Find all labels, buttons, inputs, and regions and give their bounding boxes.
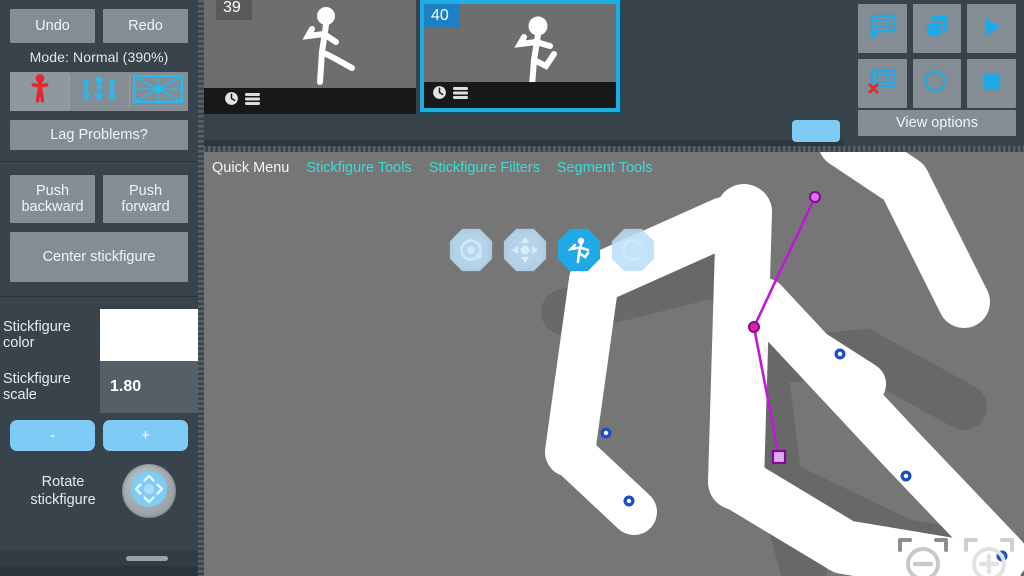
frame-preview	[204, 0, 216, 88]
timing-icon[interactable]	[432, 85, 447, 105]
canvas-menu-bar: Quick Menu Stickfigure Tools Stickfigure…	[204, 152, 1024, 184]
layers-icon[interactable]	[243, 91, 263, 112]
scale-increase-button[interactable]: +	[103, 420, 188, 451]
rotate-around-icon	[458, 237, 484, 263]
dpad-arrows-icon	[128, 468, 170, 515]
zoom-in-button[interactable]	[960, 530, 1018, 576]
lag-row: Lag Problems?	[0, 111, 198, 161]
onion-skin-icon	[923, 69, 951, 98]
rotate-stickfigure-row: Rotate stickfigure	[0, 464, 198, 518]
undo-button[interactable]: Undo	[10, 9, 95, 43]
frame-card[interactable]: 38	[204, 0, 216, 114]
undo-redo-row: Undo Redo	[0, 0, 198, 43]
sidebar-bottom-strip	[0, 566, 198, 576]
frame-footer	[424, 82, 616, 108]
stickfigure-multi-select-icon	[81, 75, 117, 108]
left-sidebar: Undo Redo Mode: Normal (390%) Lag Proble…	[0, 0, 198, 576]
play-button[interactable]	[967, 4, 1016, 53]
rotate-dpad-control[interactable]	[122, 464, 176, 518]
stickfigure-icon	[567, 236, 591, 264]
frame-card-selected[interactable]: 40	[420, 0, 620, 112]
frame-footer	[204, 88, 216, 114]
delete-frame-button[interactable]	[858, 59, 907, 108]
play-icon	[980, 15, 1004, 42]
stop-icon	[981, 71, 1003, 96]
stickfigure-tool-button[interactable]	[557, 228, 601, 272]
push-backward-button[interactable]: Push backward	[10, 175, 95, 223]
center-stickfigure-button[interactable]: Center stickfigure	[10, 232, 188, 282]
mode-multi-select-button[interactable]	[69, 72, 128, 111]
stickfigure-color-swatch[interactable]	[100, 309, 198, 361]
flip-rotate-tool-button[interactable]	[611, 228, 655, 272]
sidebar-scrollbar-thumb[interactable]	[126, 556, 168, 561]
mode-canvas-button[interactable]	[128, 72, 188, 111]
frames-strip[interactable]: 38	[204, 0, 844, 146]
stickfigure-scale-label: Stickfigure scale	[3, 371, 71, 403]
mode-stickfigure-normal-button[interactable]	[10, 72, 70, 111]
scale-button-row: - +	[0, 420, 198, 451]
redo-button[interactable]: Redo	[103, 9, 188, 43]
frame-number: 40	[424, 4, 460, 28]
push-row: Push backward Push forward	[0, 162, 198, 223]
insert-frame-icon	[867, 14, 897, 43]
rotate-stickfigure-label: Rotate stickfigure	[30, 473, 96, 508]
menu-stickfigure-tools[interactable]: Stickfigure Tools	[306, 160, 411, 176]
lag-problems-button[interactable]: Lag Problems?	[10, 120, 188, 150]
divider	[0, 296, 198, 297]
menu-segment-tools[interactable]: Segment Tools	[557, 160, 653, 176]
sidebar-seam-divider	[198, 0, 204, 576]
right-toolbar: View options	[850, 0, 1024, 146]
duplicate-frame-icon	[923, 14, 951, 43]
duplicate-frame-button[interactable]	[912, 4, 962, 53]
view-options-button[interactable]: View options	[858, 110, 1016, 136]
move-icon	[511, 236, 539, 264]
onion-skin-button[interactable]	[912, 59, 962, 108]
zoom-out-button[interactable]	[894, 530, 952, 576]
stickfigure-canvas	[541, 152, 1024, 576]
frame-number: 39	[216, 0, 252, 20]
delete-frame-icon	[867, 69, 897, 98]
stickfigure-color-label: Stickfigure color	[3, 319, 71, 351]
tool-grid	[850, 0, 1024, 108]
rotate-around-tool-button[interactable]	[449, 228, 493, 272]
push-forward-button[interactable]: Push forward	[103, 175, 188, 223]
canvas-grid-icon	[133, 75, 184, 108]
center-row: Center stickfigure	[0, 223, 198, 296]
canvas-area[interactable]: Quick Menu Stickfigure Tools Stickfigure…	[204, 152, 1024, 576]
move-tool-button[interactable]	[503, 228, 547, 272]
mode-label: Mode: Normal (390%)	[29, 49, 169, 65]
zoom-controls	[894, 530, 1018, 576]
stickfigure-scale-row: Stickfigure scale 1.80	[0, 361, 198, 413]
add-frame-button[interactable]	[792, 120, 840, 142]
stickfigure-scale-value[interactable]: 1.80	[100, 361, 198, 413]
timeline-seam-divider	[198, 146, 1024, 152]
layers-icon[interactable]	[451, 85, 471, 106]
flip-rotate-icon	[620, 237, 646, 263]
stickfigure-preview	[204, 0, 216, 88]
frame-card[interactable]: 39	[216, 0, 416, 114]
stickfigure-color-row: Stickfigure color	[0, 309, 198, 361]
sidebar-scrollbar-track[interactable]	[0, 550, 198, 566]
scale-decrease-button[interactable]: -	[10, 420, 95, 451]
timing-icon[interactable]	[224, 91, 239, 111]
floating-tool-row	[449, 228, 655, 272]
menu-quick-menu[interactable]: Quick Menu	[212, 160, 289, 176]
frame-footer	[216, 88, 416, 114]
insert-frame-button[interactable]	[858, 4, 907, 53]
stickfigure-normal-icon	[30, 74, 50, 109]
stop-button[interactable]	[967, 59, 1016, 108]
menu-stickfigure-filters[interactable]: Stickfigure Filters	[429, 160, 540, 176]
mode-icon-row	[10, 72, 188, 111]
